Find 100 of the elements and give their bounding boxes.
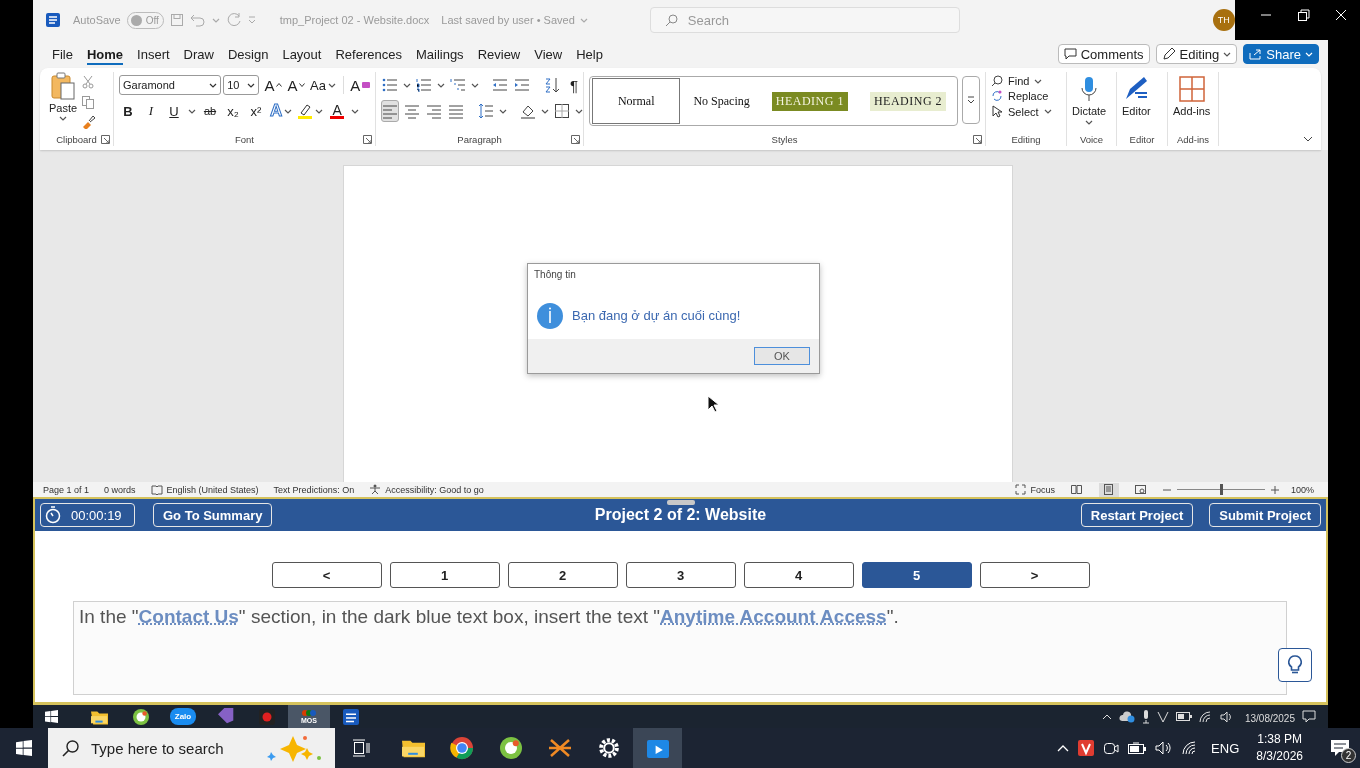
volume-icon[interactable] [1219, 710, 1234, 723]
find-button[interactable]: Find [991, 75, 1052, 87]
record-icon[interactable] [258, 707, 276, 726]
caret-icon[interactable] [1034, 78, 1043, 84]
read-view-icon[interactable] [1071, 484, 1083, 495]
ribbon-tab[interactable]: Insert [130, 40, 177, 68]
grow-button[interactable]: A [264, 74, 283, 96]
add-ins-button[interactable]: Add-ins [1173, 72, 1211, 132]
strike-button[interactable]: ab [201, 100, 219, 122]
dictate-button[interactable]: Dictate [1072, 72, 1107, 132]
font-name-field[interactable]: Garamond [119, 75, 222, 95]
clipboard-icon[interactable] [50, 72, 77, 100]
caret-up-icon[interactable] [276, 83, 283, 87]
task-page-button[interactable]: 5 [861, 562, 972, 588]
subscript-button[interactable]: x₂ [224, 100, 242, 122]
settings-icon[interactable] [596, 736, 621, 760]
caret-icon[interactable] [209, 82, 218, 88]
task-page-button[interactable]: > [979, 562, 1090, 588]
share-icon[interactable] [1249, 48, 1263, 60]
cross-nodes-icon[interactable] [547, 736, 572, 760]
status-item[interactable]: Accessibility: Good to go [385, 484, 484, 495]
input-language[interactable]: ENG [1211, 740, 1240, 756]
ribbon-tab[interactable]: Help [569, 40, 610, 68]
ok-button[interactable]: OK [754, 347, 810, 365]
caret-icon[interactable] [315, 108, 324, 114]
caret-icon[interactable] [499, 108, 507, 114]
task-page-button[interactable]: < [271, 562, 382, 588]
grid-icon[interactable] [1178, 76, 1205, 102]
task-page-button[interactable]: 1 [389, 562, 500, 588]
camera-icon[interactable] [1103, 741, 1120, 755]
focus-icon[interactable] [1015, 484, 1027, 495]
ide-icon[interactable] [216, 707, 234, 726]
caret-icon[interactable] [437, 82, 445, 88]
select-button[interactable]: Select [991, 105, 1052, 118]
superscript-button[interactable]: x² [247, 100, 265, 122]
pointer-icon[interactable] [991, 105, 1003, 118]
collapse-ribbon-icon[interactable] [1303, 136, 1313, 142]
ribbon-tab[interactable]: Draw [176, 40, 221, 68]
notification-icon[interactable] [1302, 710, 1316, 723]
task-page-button[interactable]: 3 [625, 562, 736, 588]
accessibility-icon[interactable] [369, 484, 382, 495]
format-painter-icon[interactable] [81, 115, 96, 129]
web-view-icon[interactable] [1135, 484, 1147, 495]
caret-icon[interactable] [1043, 109, 1052, 114]
style-option[interactable]: No Spacing [682, 78, 761, 124]
share-button[interactable]: Share [1243, 44, 1319, 64]
v-logo-icon[interactable] [1156, 710, 1169, 723]
dialog-launcher-icon[interactable] [973, 135, 982, 144]
zoom-in-icon[interactable] [1270, 485, 1279, 494]
editing-mode-button[interactable]: Editing [1155, 44, 1238, 64]
copy-icon[interactable] [81, 95, 96, 109]
close-icon[interactable] [1335, 9, 1348, 21]
replace-button[interactable]: Replace [991, 90, 1052, 102]
zoom-slider-thumb[interactable] [1219, 484, 1223, 495]
font-color-button[interactable]: A [328, 100, 347, 122]
style-option[interactable]: Normal [592, 78, 681, 124]
task-view-icon[interactable] [351, 739, 370, 757]
restart-button[interactable]: Restart Project [1080, 503, 1194, 527]
style-option[interactable]: HEADING 2 [858, 78, 958, 124]
paste-button[interactable]: Paste [45, 72, 82, 132]
browser-icon[interactable] [132, 707, 150, 726]
status-item[interactable]: 0 words [104, 484, 136, 495]
comment-icon[interactable] [1063, 48, 1077, 60]
ribbon-tab[interactable]: Review [470, 40, 528, 68]
caret-icon[interactable] [403, 82, 411, 88]
print-view-icon[interactable] [1103, 484, 1115, 495]
status-item[interactable]: Text Predictions: On [273, 484, 355, 495]
task-page-button[interactable]: 4 [743, 562, 854, 588]
windows-logo-icon[interactable] [16, 740, 32, 756]
highlighter-icon[interactable] [297, 103, 314, 119]
caret-icon[interactable] [1085, 120, 1094, 125]
ribbon-tab[interactable]: Home [79, 40, 131, 68]
user-avatar[interactable]: TH [1212, 9, 1235, 31]
font-size-field[interactable]: 10 [223, 75, 260, 95]
resize-handle[interactable] [667, 500, 695, 505]
submit-button[interactable]: Submit Project [1209, 503, 1321, 527]
volume-icon[interactable] [1155, 741, 1174, 755]
caret-icon[interactable] [351, 108, 360, 114]
status-item[interactable]: Page 1 of 1 [43, 484, 90, 495]
caret-icon[interactable] [471, 82, 479, 88]
taskbar-clock[interactable]: 1:38 PM 8/3/2026 [1256, 731, 1303, 765]
caret-icon[interactable] [247, 82, 256, 88]
pen-icon[interactable] [1123, 76, 1150, 102]
comments-button[interactable]: Comments [1057, 44, 1150, 64]
go-to-summary-button[interactable]: Go To Summary [153, 503, 273, 527]
caret-icon[interactable] [188, 108, 196, 114]
ribbon-tab[interactable]: References [328, 40, 409, 68]
restore-icon[interactable] [1297, 9, 1310, 21]
caret-icon[interactable] [541, 108, 549, 114]
style-option[interactable]: HEADING 1 [760, 78, 859, 124]
caret-icon[interactable] [284, 108, 293, 114]
windows-logo-icon[interactable] [45, 710, 58, 723]
chrome-icon[interactable] [449, 736, 474, 760]
microphone-icon[interactable] [1141, 709, 1150, 724]
expand-icon[interactable] [967, 96, 976, 104]
eraser-icon[interactable] [362, 82, 371, 88]
formatting-marks-button[interactable]: ¶ [565, 74, 583, 96]
shrink-button[interactable]: A [287, 74, 306, 96]
taskbar-search-field[interactable]: Type here to search [48, 728, 335, 768]
task-page-button[interactable]: 2 [507, 562, 618, 588]
